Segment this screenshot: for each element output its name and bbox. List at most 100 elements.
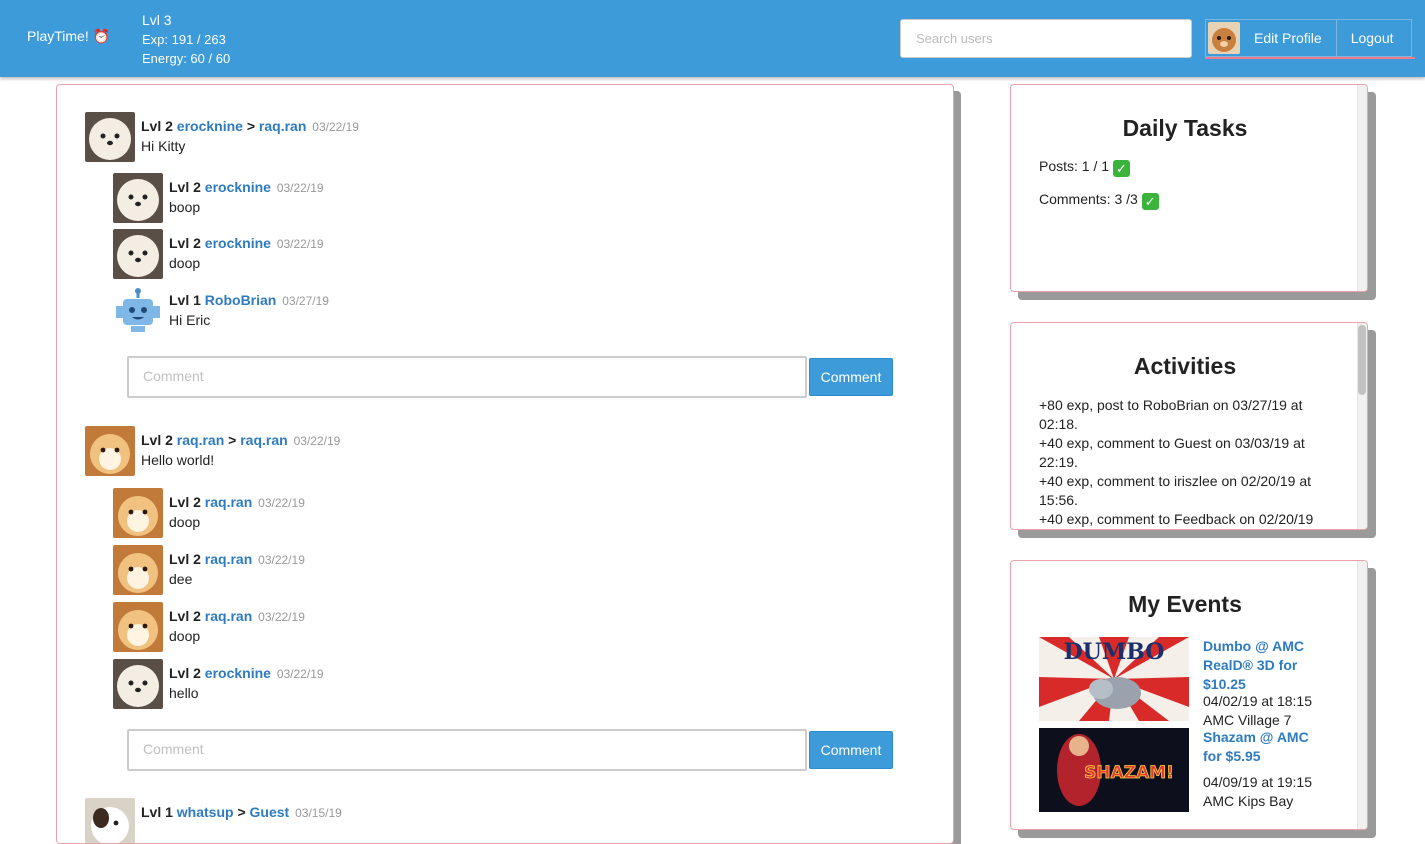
post-card: Lvl 2 erocknine > raq.ran 03/22/19 Hi Ki… bbox=[85, 112, 925, 398]
post-feed[interactable]: Lvl 2 erocknine > raq.ran 03/22/19 Hi Ki… bbox=[56, 84, 954, 844]
comment-date: 03/27/19 bbox=[282, 294, 329, 308]
activities-panel[interactable]: Activities +80 exp, post to RoboBrian on… bbox=[1010, 322, 1368, 530]
task-comments-label: Comments: 3 /3 bbox=[1039, 191, 1138, 207]
post-level: Lvl 2 bbox=[141, 118, 173, 134]
post-header: Lvl 2 raq.ran > raq.ran 03/22/19 Hello w… bbox=[85, 426, 925, 476]
player-exp: Exp: 191 / 263 bbox=[142, 32, 226, 47]
comment-author-link[interactable]: raq.ran bbox=[205, 494, 252, 510]
post-date: 03/22/19 bbox=[312, 120, 359, 134]
comment-body: doop bbox=[169, 628, 201, 644]
task-comments: Comments: 3 /3 ✓ bbox=[1039, 191, 1159, 210]
comment-level: Lvl 2 bbox=[169, 494, 201, 510]
edit-profile-link[interactable]: Edit Profile bbox=[1240, 20, 1336, 56]
logout-link[interactable]: Logout bbox=[1337, 20, 1408, 56]
comment-body: doop bbox=[169, 255, 201, 271]
daily-tasks-panel: Daily Tasks Posts: 1 / 1 ✓ Comments: 3 /… bbox=[1010, 84, 1368, 292]
avatar[interactable] bbox=[113, 173, 163, 223]
post-target-link[interactable]: Guest bbox=[250, 804, 290, 820]
comment-date: 03/22/19 bbox=[258, 610, 305, 624]
player-level: Lvl 3 bbox=[142, 12, 172, 28]
comment-author-link[interactable]: erocknine bbox=[205, 665, 271, 681]
comment-author-link[interactable]: RoboBrian bbox=[205, 292, 277, 308]
event-datetime: 04/09/19 at 19:15 bbox=[1203, 774, 1312, 790]
post-date: 03/15/19 bbox=[295, 806, 342, 820]
comment-input[interactable] bbox=[127, 729, 807, 771]
comment-form: Comment bbox=[127, 729, 893, 771]
post-target-link[interactable]: raq.ran bbox=[259, 118, 306, 134]
task-posts: Posts: 1 / 1 ✓ bbox=[1039, 158, 1130, 177]
post-arrow: > bbox=[246, 118, 256, 134]
post-level: Lvl 2 bbox=[141, 432, 173, 448]
comment-body: hello bbox=[169, 685, 199, 701]
comment-item: Lvl 2 raq.ran 03/22/19 dee bbox=[113, 545, 925, 595]
comment-meta: Lvl 2 erocknine 03/22/19 bbox=[169, 179, 324, 195]
comment-body: boop bbox=[169, 199, 201, 215]
activity-item: +40 exp, comment to Feedback on 02/20/19 bbox=[1039, 511, 1314, 527]
comment-level: Lvl 2 bbox=[169, 551, 201, 567]
avatar[interactable] bbox=[113, 659, 163, 709]
comment-author-link[interactable]: raq.ran bbox=[205, 608, 252, 624]
avatar[interactable] bbox=[113, 602, 163, 652]
comment-meta: Lvl 1 RoboBrian 03/27/19 bbox=[169, 292, 329, 308]
avatar[interactable] bbox=[85, 798, 135, 843]
event-datetime: 04/02/19 at 18:15 bbox=[1203, 693, 1312, 709]
player-energy: Energy: 60 / 60 bbox=[142, 51, 231, 66]
avatar[interactable] bbox=[113, 229, 163, 279]
comment-date: 03/22/19 bbox=[276, 181, 324, 195]
comment-author-link[interactable]: erocknine bbox=[205, 235, 271, 251]
comment-author-link[interactable]: erocknine bbox=[205, 179, 271, 195]
comment-item: Lvl 1 RoboBrian 03/27/19 Hi Eric bbox=[113, 286, 925, 336]
post-arrow: > bbox=[228, 432, 237, 448]
comment-button[interactable]: Comment bbox=[809, 731, 893, 769]
post-author-link[interactable]: erocknine bbox=[177, 118, 243, 134]
avatar[interactable] bbox=[85, 426, 135, 476]
comment-date: 03/22/19 bbox=[276, 667, 324, 681]
event-title-link[interactable]: Shazam @ AMC for $5.95 bbox=[1203, 728, 1323, 766]
comment-body: Hi Eric bbox=[169, 312, 211, 328]
post-card: Lvl 2 raq.ran > raq.ran 03/22/19 Hello w… bbox=[85, 426, 925, 771]
post-level: Lvl 1 bbox=[141, 804, 173, 820]
comment-level: Lvl 2 bbox=[169, 665, 201, 681]
check-icon: ✓ bbox=[1112, 160, 1130, 177]
robot-avatar[interactable] bbox=[113, 286, 163, 336]
scrollbar-thumb[interactable] bbox=[1358, 325, 1366, 395]
avatar[interactable] bbox=[113, 545, 163, 595]
comment-button[interactable]: Comment bbox=[809, 358, 893, 396]
comment-item: Lvl 2 erocknine 03/22/19 boop bbox=[113, 173, 925, 223]
post-author-link[interactable]: raq.ran bbox=[177, 432, 224, 448]
panel-title: Activities bbox=[1133, 353, 1237, 379]
post-meta: Lvl 1 whatsup > Guest 03/15/19 bbox=[141, 804, 342, 820]
my-events-panel[interactable]: My Events DUMBO Dumbo @ AMC RealD® 3D fo… bbox=[1010, 560, 1368, 830]
comment-input[interactable] bbox=[127, 356, 807, 398]
poster-title-text: SHAZAM! bbox=[1084, 763, 1174, 783]
search-input[interactable] bbox=[900, 19, 1192, 58]
post-target-link[interactable]: raq.ran bbox=[240, 432, 287, 448]
activity-item: +40 exp, comment to Guest on 03/03/19 at… bbox=[1039, 435, 1305, 470]
comment-author-link[interactable]: raq.ran bbox=[205, 551, 252, 567]
comment-body: doop bbox=[169, 514, 201, 530]
post-card: Lvl 1 whatsup > Guest 03/15/19 bbox=[85, 798, 925, 843]
activity-item: +80 exp, post to RoboBrian on 03/27/19 a… bbox=[1039, 397, 1303, 432]
avatar[interactable] bbox=[1208, 22, 1240, 54]
post-author-link[interactable]: whatsup bbox=[177, 804, 234, 820]
brand-logo[interactable]: PlayTime! ⏰ bbox=[27, 28, 110, 45]
poster-title-text: DUMBO bbox=[1064, 639, 1165, 665]
comment-item: Lvl 2 erocknine 03/22/19 hello bbox=[113, 659, 925, 709]
avatar[interactable] bbox=[113, 488, 163, 538]
event-poster[interactable]: SHAZAM! bbox=[1039, 728, 1189, 812]
comment-meta: Lvl 2 erocknine 03/22/19 bbox=[169, 235, 324, 251]
comment-level: Lvl 1 bbox=[169, 292, 201, 308]
comment-date: 03/22/19 bbox=[258, 553, 305, 567]
player-stats: Lvl 3 Exp: 191 / 263 Energy: 60 / 60 bbox=[142, 11, 230, 68]
event-title-link[interactable]: Dumbo @ AMC RealD® 3D for $10.25 bbox=[1203, 637, 1323, 694]
event-location: AMC Kips Bay bbox=[1203, 793, 1294, 809]
activity-list: +80 exp, post to RoboBrian on 03/27/19 a… bbox=[1039, 396, 1339, 529]
event-poster[interactable]: DUMBO bbox=[1039, 637, 1189, 721]
event-item: SHAZAM! Shazam @ AMC for $5.95 04/09/19 … bbox=[1039, 728, 1339, 818]
comment-date: 03/22/19 bbox=[258, 496, 305, 510]
panel-title: Daily Tasks bbox=[1122, 115, 1248, 141]
post-arrow: > bbox=[237, 804, 246, 820]
comment-meta: Lvl 2 raq.ran 03/22/19 bbox=[169, 551, 305, 567]
panel-title: My Events bbox=[1128, 591, 1242, 617]
avatar[interactable] bbox=[85, 112, 135, 162]
